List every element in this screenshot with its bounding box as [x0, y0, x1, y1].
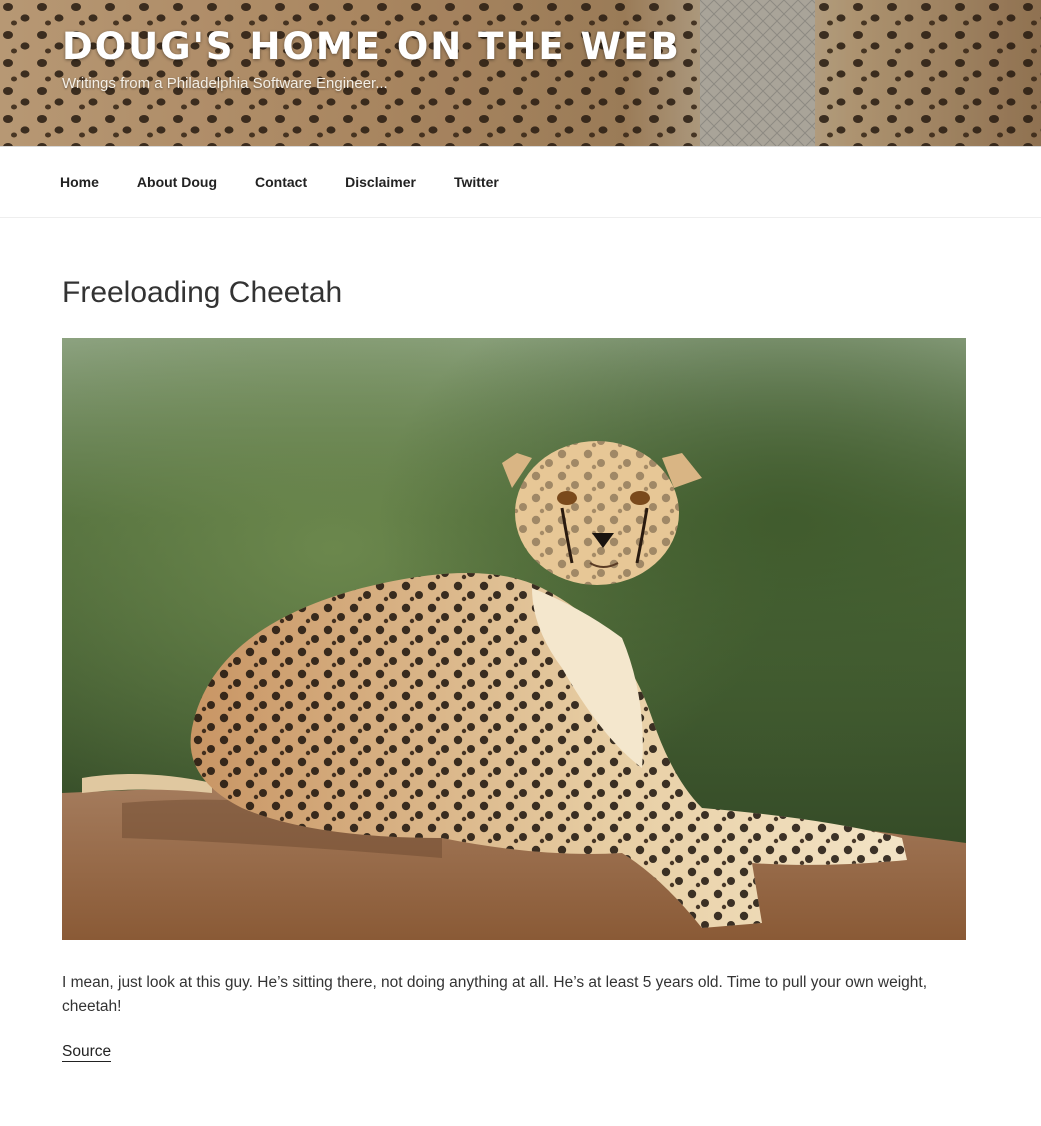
main-navigation: Home About Doug Contact Disclaimer Twitt…: [0, 147, 1041, 218]
nav-item-home[interactable]: Home: [60, 174, 99, 190]
post-body: I mean, just look at this guy. He’s sitt…: [62, 974, 928, 1015]
post-title: Freeloading Cheetah: [62, 276, 343, 309]
post-content: Freeloading Cheetah I mean, just look at…: [0, 218, 1041, 1062]
source-link[interactable]: Source: [62, 1043, 112, 1062]
site-title[interactable]: DOUG'S HOME ON THE WEB: [62, 28, 681, 65]
nav-item-disclaimer[interactable]: Disclaimer: [345, 174, 416, 190]
nav-item-contact[interactable]: Contact: [255, 174, 307, 190]
nav-item-twitter[interactable]: Twitter: [454, 174, 499, 190]
site-branding: DOUG'S HOME ON THE WEB Writings from a P…: [62, 28, 681, 92]
nav-item-about-doug[interactable]: About Doug: [137, 174, 217, 190]
site-description: Writings from a Philadelphia Software En…: [62, 75, 388, 92]
cheetah-photo: [62, 338, 966, 940]
site-header: DOUG'S HOME ON THE WEB Writings from a P…: [0, 0, 1041, 147]
